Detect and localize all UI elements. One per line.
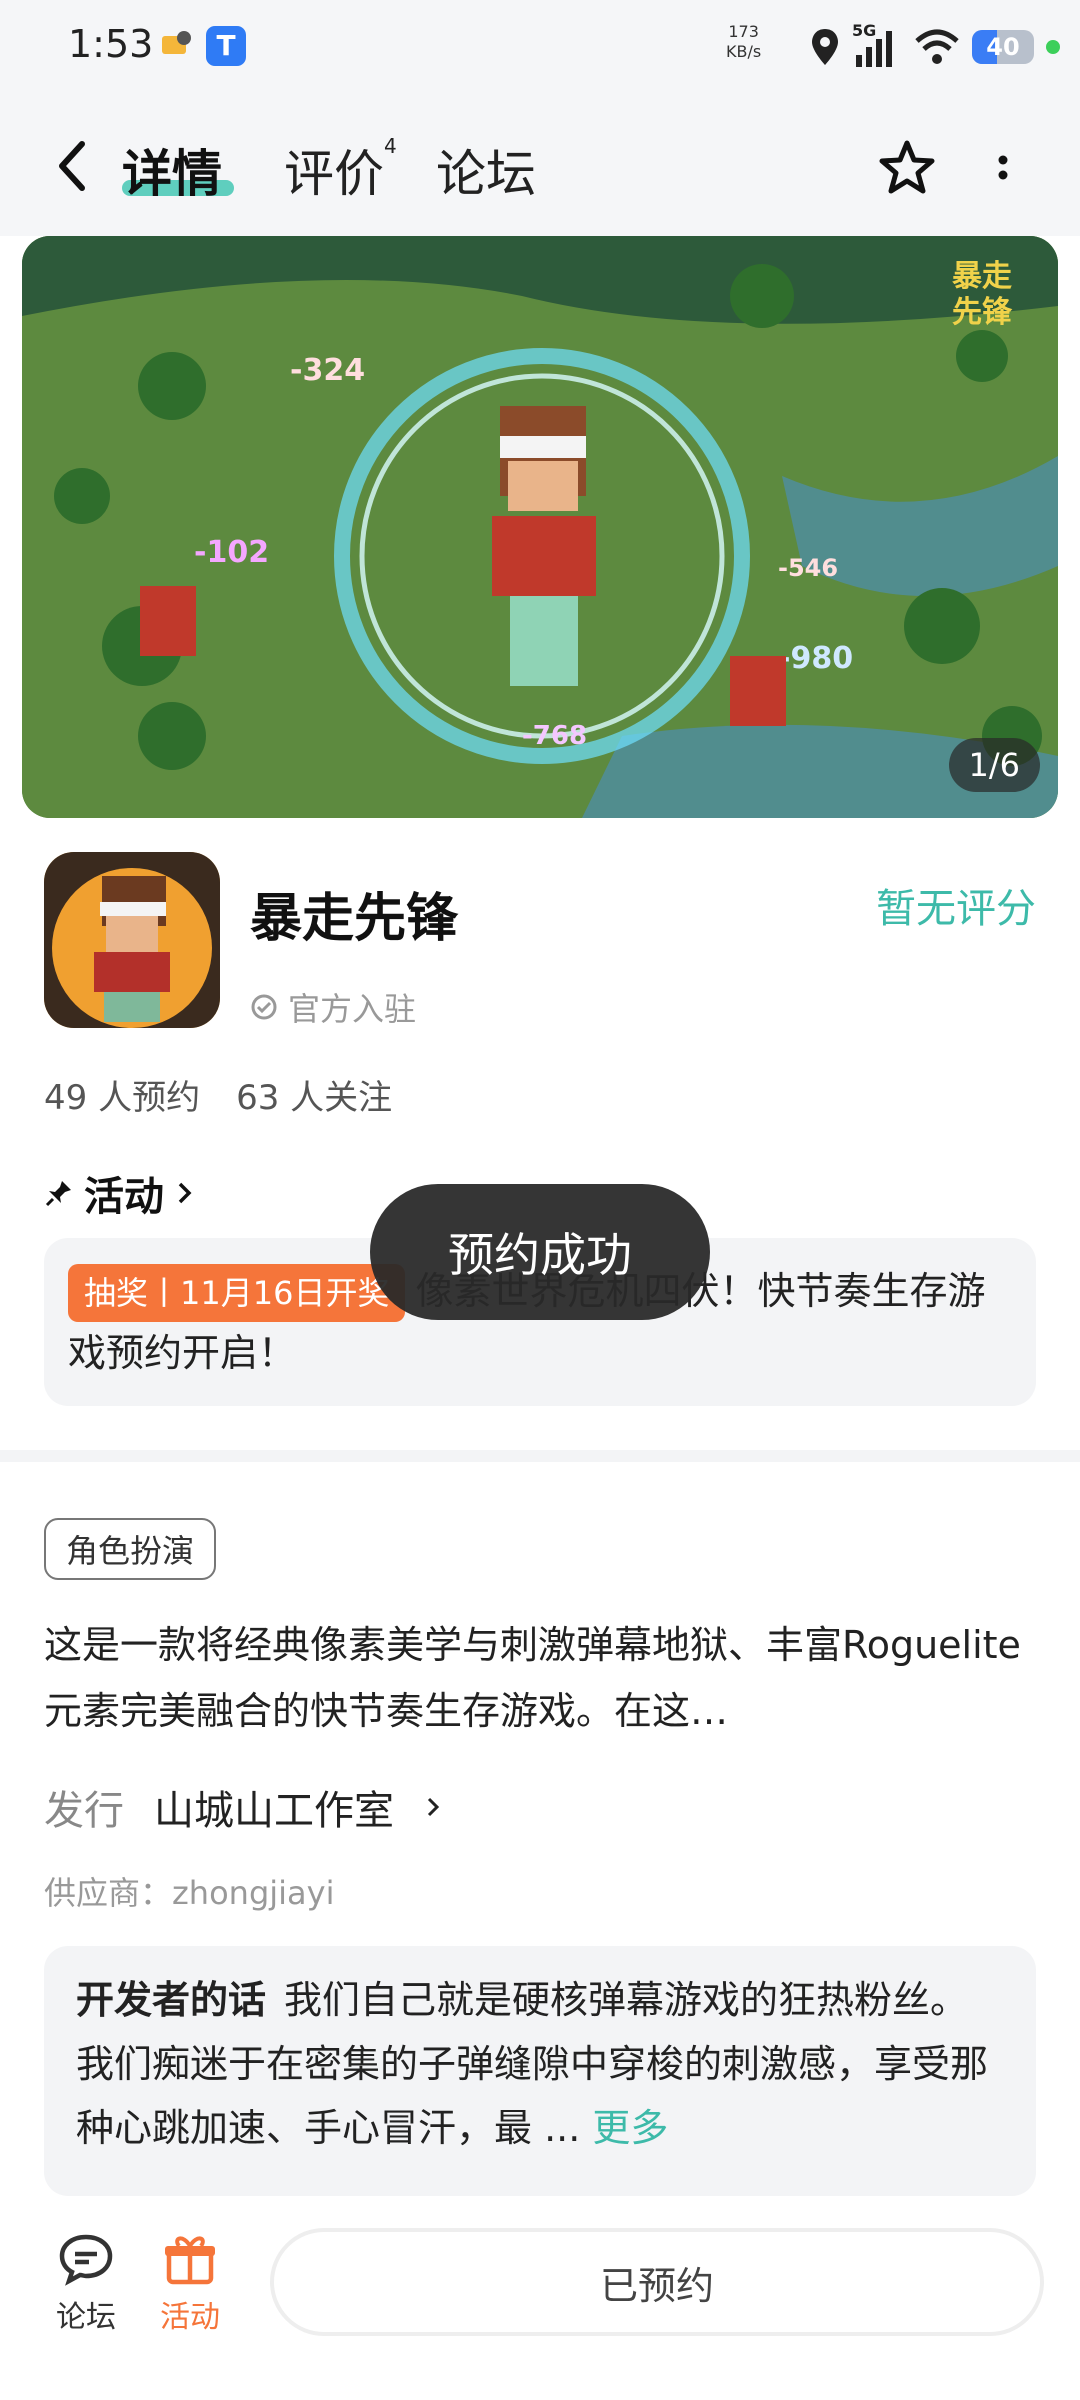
- app-t-icon: T: [206, 26, 246, 66]
- activity-header[interactable]: 活动: [44, 1164, 196, 1222]
- forum-chat-icon: [59, 2234, 113, 2286]
- battery-icon: 40: [972, 30, 1034, 64]
- top-nav: 详情 评价4 论坛: [0, 96, 1080, 236]
- status-time: 1:53: [68, 22, 154, 66]
- screenshot-carousel[interactable]: -324 -102 -546 -980 -768 暴走 先锋 1/6: [22, 236, 1058, 818]
- app-name: 暴走先锋: [250, 889, 459, 949]
- reserved-button[interactable]: 已预约: [270, 2228, 1044, 2336]
- tab-reviews[interactable]: 评价4: [284, 134, 397, 206]
- app-icon: [44, 852, 220, 1028]
- activity-button[interactable]: 活动: [140, 2232, 240, 2336]
- official-badge: 官方入驻: [250, 984, 416, 1030]
- damage-number: -324: [290, 353, 365, 388]
- publisher-row[interactable]: 发行 山城山工作室: [44, 1778, 444, 1836]
- lottery-tag: 抽奖丨11月16日开奖: [68, 1264, 406, 1322]
- damage-number: -546: [778, 554, 838, 582]
- net-speed: 173 KB/s: [726, 22, 762, 61]
- developer-note-title: 开发者的话: [76, 1978, 267, 2022]
- developer-note-card[interactable]: 开发者的话 我们自己就是硬核弹幕游戏的狂热粉丝。我们痴迷于在密集的子弹缝隙中穿梭的…: [44, 1946, 1036, 2196]
- verified-check-icon: [251, 994, 277, 1020]
- game-description[interactable]: 这是一款将经典像素美学与刺激弹幕地狱、丰富Roguelite元素完美融合的快节奏…: [44, 1612, 1034, 1744]
- chevron-right-icon: [427, 1797, 440, 1817]
- star-icon[interactable]: [876, 138, 938, 200]
- signal-icon: 5G: [852, 21, 902, 69]
- back-arrow-icon[interactable]: [48, 136, 98, 196]
- damage-number: -102: [194, 535, 269, 570]
- reservation-count: 49 人预约: [44, 1078, 201, 1118]
- review-count-badge: 4: [384, 134, 397, 158]
- forum-button[interactable]: 论坛: [36, 2232, 136, 2336]
- gift-icon: [165, 2236, 215, 2285]
- location-icon: [812, 29, 838, 65]
- bottom-action-bar: 论坛 活动 已预约: [0, 2210, 1080, 2400]
- pin-icon: [45, 1181, 71, 1207]
- toast-message: 预约成功: [370, 1184, 710, 1320]
- status-icons: 5G 40: [810, 21, 1060, 72]
- supplier-text: 供应商：zhongjiayi: [44, 1874, 335, 1912]
- status-bar: 1:53 T 173 KB/s 5G 40: [0, 0, 1080, 96]
- damage-number: -768: [522, 721, 587, 751]
- section-divider: [0, 1450, 1080, 1462]
- more-link[interactable]: 更多: [592, 2106, 668, 2150]
- chevron-right-icon: [178, 1182, 192, 1204]
- publisher-name: 山城山工作室: [154, 1788, 394, 1834]
- more-options-icon[interactable]: [988, 150, 1018, 200]
- genre-tag[interactable]: 角色扮演: [44, 1518, 217, 1580]
- banner-watermark: 暴走: [952, 259, 1012, 294]
- damage-number: -980: [778, 641, 853, 676]
- game-screenshot: -324 -102 -546 -980 -768 暴走 先锋: [22, 236, 1058, 818]
- rating-text: 暂无评分: [876, 886, 1036, 932]
- app-stats: 49 人预约 63 人关注: [44, 1070, 392, 1119]
- banner-watermark: 先锋: [952, 295, 1013, 330]
- carousel-counter: 1/6: [948, 738, 1040, 792]
- follower-count: 63 人关注: [236, 1078, 393, 1118]
- notification-app-icon: [162, 31, 191, 54]
- privacy-indicator-dot: [1046, 40, 1060, 54]
- tab-details[interactable]: 详情: [122, 134, 222, 206]
- wifi-icon: [915, 29, 959, 64]
- tab-forum[interactable]: 论坛: [436, 134, 536, 206]
- publisher-label: 发行: [44, 1788, 124, 1834]
